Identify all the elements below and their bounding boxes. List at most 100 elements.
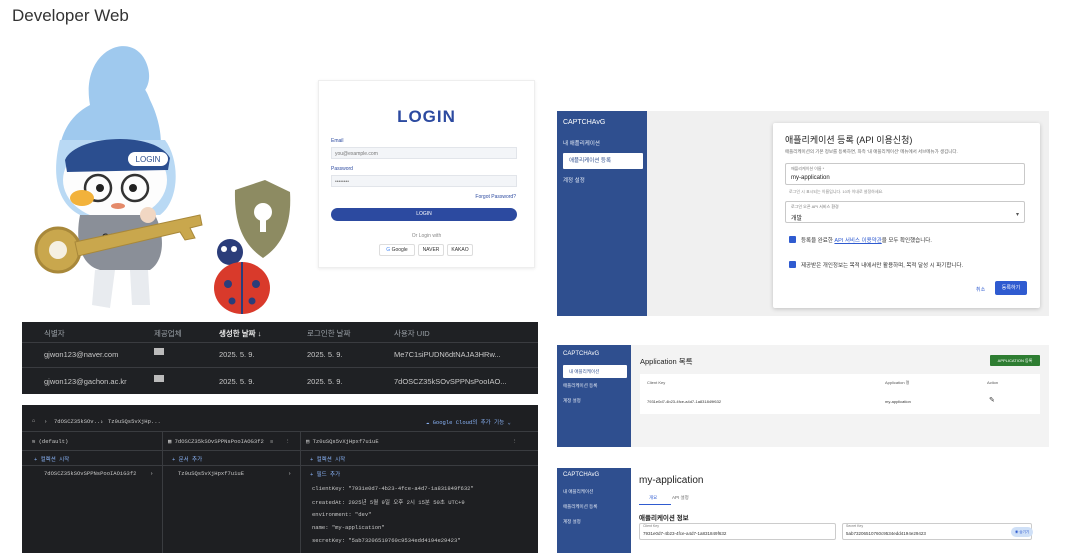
sidebar-item-my-apps[interactable]: 내 애플리케이션 bbox=[563, 489, 593, 495]
column-header-created[interactable]: 생성한 날짜 ↓ bbox=[219, 328, 261, 339]
tab-overview[interactable]: 개요 bbox=[649, 495, 657, 501]
app-table bbox=[640, 374, 1040, 414]
app-title: my-application bbox=[639, 475, 704, 486]
dropdown-arrow-icon: ▾ bbox=[1016, 212, 1020, 218]
user-email: gjwon123@naver.com bbox=[44, 350, 119, 359]
sidebar-item-my-apps[interactable]: 내 애플리케이션 bbox=[563, 139, 600, 147]
sidebar-item-account[interactable]: 계정 설정 bbox=[563, 176, 585, 184]
cancel-button[interactable]: 취소 bbox=[976, 286, 985, 293]
or-login-text: Or Login with bbox=[411, 233, 442, 239]
forgot-password-link[interactable]: Forgot Password? bbox=[475, 194, 516, 200]
google-icon: G bbox=[386, 247, 391, 253]
field-row[interactable]: secretKey: "5ab73206510760c9534edd4194e2… bbox=[312, 537, 461, 544]
register-dialog: 애플리케이션 등록 (API 이용신청) 애플리케이션의 기본 정보를 등록하면… bbox=[773, 123, 1040, 308]
tab-api-settings[interactable]: API 설정 bbox=[672, 495, 689, 501]
sidebar-item-account[interactable]: 계정 설정 bbox=[563, 519, 581, 525]
hide-secret-button[interactable]: ◉ 숨기기 bbox=[1011, 527, 1033, 537]
user-signin: 2025. 5. 9. bbox=[307, 350, 343, 359]
login-button[interactable]: LOGIN bbox=[331, 208, 517, 221]
column-header-uid[interactable]: 사용자 UID bbox=[394, 328, 430, 339]
login-title: LOGIN bbox=[397, 107, 456, 126]
login-card: LOGIN Email you@example.com Password •••… bbox=[318, 80, 535, 268]
sidebar: CAPTCHAvG 내 애플리케이션 애플리케이션 등록 계정 설정 bbox=[557, 468, 631, 553]
filter-icon[interactable]: ≡ bbox=[270, 438, 273, 445]
google-login-button[interactable]: G Google bbox=[379, 244, 415, 256]
sidebar-item-register-app[interactable]: 애플리케이션 등록 bbox=[563, 153, 643, 169]
collection-item[interactable]: 7dOSCZ35kSOvSPPNsPooIAOiG3f2 bbox=[44, 470, 136, 477]
column-header-action: Action bbox=[987, 380, 999, 385]
register-application-button[interactable]: APPLICATION 등록 bbox=[990, 355, 1040, 366]
user-created: 2025. 5. 9. bbox=[219, 377, 255, 386]
app-list-panel: CAPTCHAvG 내 애플리케이션 애플리케이션 등록 계정 설정 Appli… bbox=[557, 345, 1049, 447]
more-features-link[interactable]: ☁ Google Cloud의 추가 기능 ⌄ bbox=[426, 418, 511, 426]
column-header-provider[interactable]: 제공업체 bbox=[154, 328, 182, 339]
submit-register-button[interactable]: 등록하기 bbox=[995, 281, 1027, 295]
naver-login-button[interactable]: NAVER bbox=[418, 244, 444, 256]
more-vert-icon[interactable]: ⋮ bbox=[285, 438, 291, 445]
dialog-description: 애플리케이션의 기본 정보를 등록하면, 좌측 '내 애플리케이션' 메뉴에서 … bbox=[785, 149, 958, 154]
agree-privacy-label: 제공받은 개인정보는 목적 내에서만 활용하며, 목적 달성 시 파기합니다. bbox=[801, 263, 964, 269]
breadcrumb-item[interactable]: 7dOSCZ35kSOv... bbox=[54, 418, 104, 425]
sidebar-item-register-app[interactable]: 애플리케이션 등록 bbox=[563, 504, 597, 510]
breadcrumb-sep: › bbox=[44, 418, 48, 425]
sidebar-item-account[interactable]: 계정 설정 bbox=[563, 398, 581, 404]
email-label: Email bbox=[331, 138, 344, 144]
env-select[interactable]: 로그인 오픈 API 서비스 환경 개발 ▾ bbox=[785, 201, 1025, 223]
edit-icon[interactable]: ✎ bbox=[989, 396, 995, 404]
brand-logo[interactable]: CAPTCHAvG bbox=[563, 351, 599, 357]
field-row[interactable]: name: "my-application" bbox=[312, 524, 385, 531]
mail-icon bbox=[154, 348, 164, 355]
google-label: Google bbox=[391, 247, 408, 253]
password-label: Password bbox=[331, 166, 353, 172]
sort-down-icon: ↓ bbox=[257, 329, 262, 338]
app-name-field[interactable]: 애플리케이션 이름 * my-application bbox=[785, 163, 1025, 185]
more-vert-icon[interactable]: ⋮ bbox=[512, 438, 518, 445]
brand-logo[interactable]: CAPTCHAvG bbox=[563, 472, 599, 478]
user-uid: Me7C1siPUDN6dtNAJA3HRw... bbox=[394, 350, 501, 359]
home-icon[interactable]: ⌂ bbox=[32, 417, 35, 424]
database-icon: ≋ bbox=[32, 438, 36, 445]
sidebar: CAPTCHAvG 내 애플리케이션 애플리케이션 등록 계정 설정 bbox=[557, 345, 631, 447]
column-header-client-key: Client Key bbox=[647, 380, 666, 385]
database-title: ≋ (default) bbox=[32, 438, 69, 445]
user-created: 2025. 5. 9. bbox=[219, 350, 255, 359]
field-row[interactable]: environment: "dev" bbox=[312, 511, 371, 518]
document-icon: ▤ bbox=[306, 438, 310, 445]
chevron-right-icon: › bbox=[288, 470, 292, 477]
svg-text:LOGIN: LOGIN bbox=[136, 155, 161, 164]
app-detail-panel: CAPTCHAvG 내 애플리케이션 애플리케이션 등록 계정 설정 my-ap… bbox=[557, 468, 1049, 553]
document-item[interactable]: Tz0uSQs5vXjHpxf7u1uE bbox=[178, 470, 244, 477]
email-input[interactable]: you@example.com bbox=[331, 147, 517, 159]
terms-link[interactable]: API 서비스 이용약관 bbox=[834, 238, 881, 244]
users-table: 식별자 제공업체 생성한 날짜 ↓ 로그인한 날짜 사용자 UID gjwon1… bbox=[22, 322, 538, 394]
add-field-button[interactable]: + 필드 추가 bbox=[310, 470, 340, 478]
mail-icon bbox=[154, 375, 164, 382]
password-input[interactable]: •••••••• bbox=[331, 175, 517, 187]
start-collection-button[interactable]: + 컬렉션 시작 bbox=[310, 455, 345, 463]
sidebar-item-register-app[interactable]: 애플리케이션 등록 bbox=[563, 383, 597, 389]
dialog-title: 애플리케이션 등록 (API 이용신청) bbox=[785, 135, 913, 145]
cloud-icon: ☁ bbox=[426, 419, 430, 426]
breadcrumb-item[interactable]: Tz0uSQs5vXjHp... bbox=[108, 418, 161, 425]
mascot-illustration: LOGIN GACHO bbox=[34, 46, 291, 314]
chevron-down-icon: ⌄ bbox=[507, 419, 511, 426]
agree-privacy-checkbox[interactable] bbox=[789, 261, 796, 268]
column-header-id[interactable]: 식별자 bbox=[44, 328, 65, 339]
app-name: my-application bbox=[885, 399, 911, 404]
eye-icon: ◉ bbox=[1014, 530, 1019, 534]
brand-logo[interactable]: CAPTCHAvG bbox=[563, 119, 605, 126]
sidebar: CAPTCHAvG 내 애플리케이션 애플리케이션 등록 계정 설정 bbox=[557, 111, 647, 316]
document-title: ▤ Tz0uSQs5vXjHpxf7u1uE bbox=[306, 438, 379, 445]
agree-terms-label: 등록을 완료한 API 서비스 이용약관을 모두 확인했습니다. bbox=[801, 238, 932, 244]
add-document-button[interactable]: + 문서 추가 bbox=[172, 455, 202, 463]
kakao-login-button[interactable]: KAKAO bbox=[447, 244, 473, 256]
agree-terms-checkbox[interactable] bbox=[789, 236, 796, 243]
field-row[interactable]: createdAt: 2025년 5월 9일 오후 2시 15분 50초 UTC… bbox=[312, 498, 465, 506]
field-row[interactable]: clientKey: "7931e0d7-4b23-4fce-a4d7-1a83… bbox=[312, 485, 474, 492]
section-title: 애플리케이션 정보 bbox=[639, 515, 689, 522]
app-client-key: 7931e0d7-4b23-4fce-a4d7-1a831849f632 bbox=[647, 399, 722, 404]
start-collection-button[interactable]: + 컬렉션 시작 bbox=[34, 455, 69, 463]
column-header-app-name: Application 명 bbox=[885, 380, 910, 385]
column-header-signin[interactable]: 로그인한 날짜 bbox=[307, 328, 350, 339]
sidebar-item-my-apps[interactable]: 내 애플리케이션 bbox=[563, 365, 627, 378]
